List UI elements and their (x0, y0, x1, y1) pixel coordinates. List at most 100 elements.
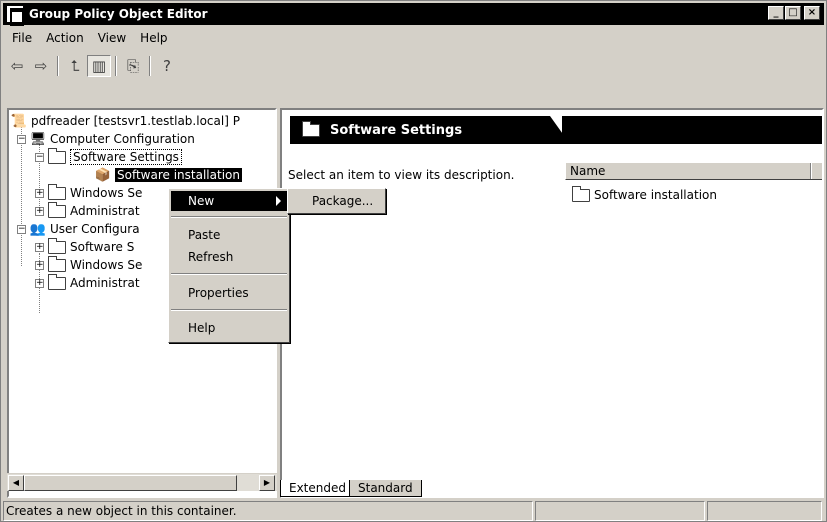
expand-icon[interactable]: + (35, 206, 44, 216)
menu-action[interactable]: Action (39, 31, 91, 45)
expand-icon[interactable]: + (35, 188, 44, 198)
show-hide-tree-icon[interactable]: ▥ (87, 55, 111, 77)
title-bar[interactable]: Group Policy Object Editor _ □ × (3, 3, 824, 26)
tab-extended[interactable]: Extended (280, 480, 355, 497)
tab-standard[interactable]: Standard (349, 480, 422, 497)
software-package-icon: 📦 (94, 167, 112, 183)
expand-icon[interactable]: + (35, 260, 44, 270)
menu-item-label: Refresh (188, 250, 234, 264)
scroll-left-button[interactable]: ◀ (8, 475, 24, 491)
status-text-label: Creates a new object in this container. (6, 504, 237, 518)
menu-bar: File Action View Help (5, 27, 175, 49)
main-window: Group Policy Object Editor _ □ × File Ac… (0, 0, 827, 522)
menu-help-label: Help (140, 31, 168, 45)
menu-item-label: Properties (188, 286, 249, 300)
details-header-bar: Software Settings (290, 116, 570, 144)
folder-icon (48, 147, 66, 164)
description-text: Select an item to view its description. (288, 168, 515, 182)
gpo-icon: 📜 (10, 113, 28, 129)
details-header: Software Settings (282, 110, 822, 150)
toolbar-separator (149, 56, 151, 76)
tree-label: Software installation (115, 168, 242, 182)
help-icon[interactable]: ? (155, 55, 179, 77)
tab-label: Standard (358, 481, 413, 495)
menu-help[interactable]: Help (133, 31, 174, 45)
menu-separator (171, 216, 287, 218)
menu-item-properties[interactable]: Properties (171, 283, 287, 303)
close-button[interactable]: × (804, 6, 820, 20)
folder-icon (302, 120, 320, 137)
menu-item-label: Help (188, 321, 216, 335)
tree-item-user-configuration[interactable]: − 👥 User Configura (17, 220, 140, 238)
tree-label: Software Settings (70, 149, 182, 165)
collapse-icon[interactable]: − (35, 152, 44, 162)
gpo-editor-icon (7, 6, 24, 26)
column-divider[interactable] (810, 163, 812, 179)
list-item-label: Software installation (594, 188, 717, 202)
tree-item-computer-configuration[interactable]: − 🖥 Computer Configuration (17, 130, 195, 148)
folder-icon (48, 255, 66, 272)
tree-label: Administrat (70, 276, 140, 290)
menu-view-label: View (97, 31, 127, 45)
tree-item-administrative-templates[interactable]: + Administrat (35, 201, 140, 220)
tree-item-windows-settings[interactable]: + Windows Se (35, 183, 142, 202)
menu-item-new[interactable]: New (171, 191, 287, 211)
folder-icon (48, 273, 66, 290)
collapse-icon[interactable]: − (17, 134, 26, 144)
window-title: Group Policy Object Editor (29, 7, 208, 21)
menu-view[interactable]: View (91, 31, 133, 45)
tree-root[interactable]: 📜 pdfreader [testsvr1.testlab.local] P (11, 112, 240, 130)
tree-label: Windows Se (70, 258, 143, 272)
details-pane: Software Settings Select an item to view… (280, 108, 824, 498)
collapse-icon[interactable]: − (17, 224, 26, 234)
folder-icon (48, 237, 66, 254)
users-icon: 👥 (29, 221, 47, 237)
details-title: Software Settings (330, 122, 463, 138)
menu-item-package[interactable]: Package... (290, 191, 383, 211)
menu-item-label: Paste (188, 228, 221, 242)
new-submenu: Package... (287, 188, 386, 214)
expand-icon[interactable]: + (35, 242, 44, 252)
menu-file[interactable]: File (5, 31, 39, 45)
folder-icon (48, 201, 66, 218)
menu-item-help[interactable]: Help (171, 318, 287, 338)
column-header-label: Name (570, 164, 606, 178)
menu-item-label: New (188, 194, 215, 208)
tree-item-user-windows-settings[interactable]: + Windows Se (35, 255, 143, 274)
status-panel-3 (707, 501, 822, 521)
menu-action-label: Action (46, 31, 84, 45)
column-header-name[interactable]: Name (565, 162, 822, 180)
view-tabs: Extended Standard (280, 477, 422, 497)
back-icon[interactable]: ⇦ (5, 55, 29, 77)
maximize-button[interactable]: □ (785, 6, 801, 20)
tree-item-user-administrative-templates[interactable]: + Administrat (35, 273, 140, 292)
tree-root-label: pdfreader [testsvr1.testlab.local] P (31, 114, 240, 128)
status-bar: Creates a new object in this container. (3, 501, 826, 521)
scroll-thumb[interactable] (24, 475, 237, 491)
menu-separator (171, 273, 287, 275)
tree-label: User Configura (50, 222, 140, 236)
list-item[interactable]: Software installation (572, 185, 717, 202)
tree-label: Software S (70, 240, 135, 254)
toolbar: ⇦ ⇨ ⮤ ▥ ⎘ ? (5, 53, 179, 79)
menu-item-refresh[interactable]: Refresh (171, 247, 287, 267)
menu-item-paste[interactable]: Paste (171, 225, 287, 245)
computer-icon: 🖥 (29, 131, 47, 147)
menu-separator (171, 309, 287, 311)
scroll-right-button[interactable]: ▶ (259, 475, 275, 491)
up-folder-icon[interactable]: ⮤ (63, 55, 87, 77)
expand-icon[interactable]: + (35, 278, 44, 288)
menu-file-label: File (12, 31, 33, 45)
tree-item-user-software-settings[interactable]: + Software S (35, 237, 135, 256)
forward-icon[interactable]: ⇨ (29, 55, 53, 77)
context-menu: New Paste Refresh Properties Help (168, 188, 290, 343)
tree-horizontal-scrollbar[interactable]: ◀ ▶ (7, 473, 277, 491)
tree-label: Administrat (70, 204, 140, 218)
export-list-icon[interactable]: ⎘ (121, 55, 145, 77)
tree-item-software-settings[interactable]: − Software Settings (35, 147, 182, 166)
details-header-bar-right (562, 116, 822, 144)
toolbar-separator (57, 56, 59, 76)
folder-icon (572, 185, 590, 202)
tree-item-software-installation[interactable]: 📦 Software installation (95, 166, 242, 184)
minimize-button[interactable]: _ (768, 6, 784, 20)
